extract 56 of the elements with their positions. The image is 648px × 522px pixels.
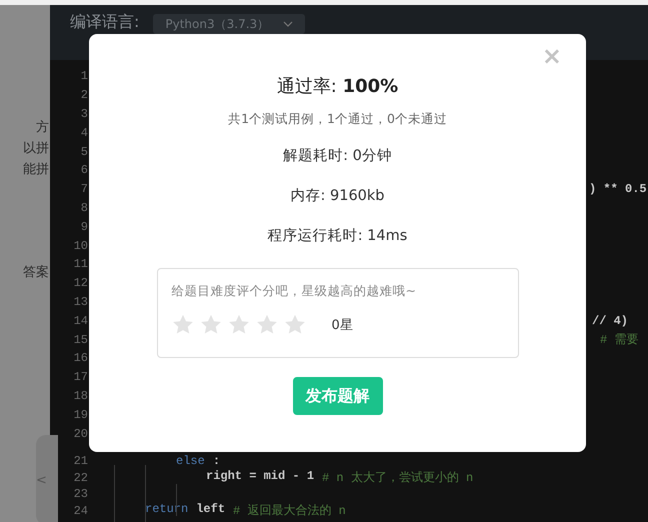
sidebar-text: 方	[36, 119, 49, 136]
code-token: left	[196, 502, 226, 518]
collapse-handle[interactable]: <	[36, 435, 58, 522]
line-number: 11	[72, 257, 88, 272]
rating-hint: 给题目难度评个分吧，星级越高的越难哦~	[172, 283, 417, 300]
line-number: 2	[80, 88, 88, 102]
stat-text: 程序运行耗时: 14ms	[268, 227, 408, 246]
test-summary: 共1个测试用例，1个通过，0个未通过	[228, 111, 447, 128]
language-select[interactable]: Python3（3.7.3）	[153, 14, 306, 34]
line-number: 12	[72, 276, 88, 290]
star-icon[interactable]	[200, 314, 222, 335]
line-number: 8	[80, 200, 88, 215]
line-number: 16	[72, 351, 88, 366]
line-number: 20	[72, 426, 88, 441]
chevron-icon	[283, 21, 294, 27]
stat-text: 解题耗时: 0分钟	[283, 147, 392, 166]
line-number: 23	[72, 487, 88, 502]
star-icon[interactable]	[172, 314, 194, 335]
code-token: return	[145, 502, 188, 518]
line-number: 1	[80, 69, 88, 84]
sidebar-text: 能拼	[23, 161, 49, 178]
line-number: 7	[80, 182, 88, 196]
code-token: # 需要	[600, 332, 638, 348]
line-number: 6	[80, 163, 88, 178]
line-number: 19	[72, 408, 88, 422]
line-number: 17	[72, 370, 88, 384]
code-token: # n 太大了，尝试更小的 n	[322, 470, 474, 486]
star-icon[interactable]	[256, 314, 278, 335]
code-token: else	[176, 454, 205, 468]
close-button[interactable]: ×	[540, 42, 564, 70]
line-number: 9	[80, 220, 88, 234]
code-token: :	[212, 454, 220, 468]
line-number: 24	[72, 504, 88, 518]
line-number: 5	[80, 144, 88, 159]
line-number: 22	[72, 470, 88, 485]
line-number: 13	[72, 294, 88, 309]
star-icon[interactable]	[228, 314, 250, 335]
star-icon[interactable]	[284, 314, 306, 335]
line-number: 14	[72, 314, 88, 328]
line-number: 10	[72, 238, 88, 253]
line-number: 3	[80, 106, 88, 121]
code-token: # 返回最大合法的 n	[233, 503, 346, 520]
code-token: ) ** 0.5	[589, 182, 647, 196]
star-reading: 0星	[332, 316, 353, 334]
pass-rate-title: 通过率: 100%	[276, 75, 398, 98]
line-number: 18	[72, 388, 88, 403]
line-number: 15	[72, 332, 88, 347]
stat-text: 内存: 9160kb	[290, 187, 384, 206]
code-token: // 4)	[592, 314, 628, 328]
line-number: 21	[72, 454, 88, 468]
publish-button[interactable]: 发布题解	[292, 377, 382, 415]
code-token: right = mid - 1	[206, 469, 314, 486]
language-label: 编译语言:	[70, 13, 140, 31]
line-number: 4	[80, 126, 88, 140]
sidebar-text: 以拼	[23, 140, 49, 157]
sidebar-text: 答案	[23, 264, 49, 281]
